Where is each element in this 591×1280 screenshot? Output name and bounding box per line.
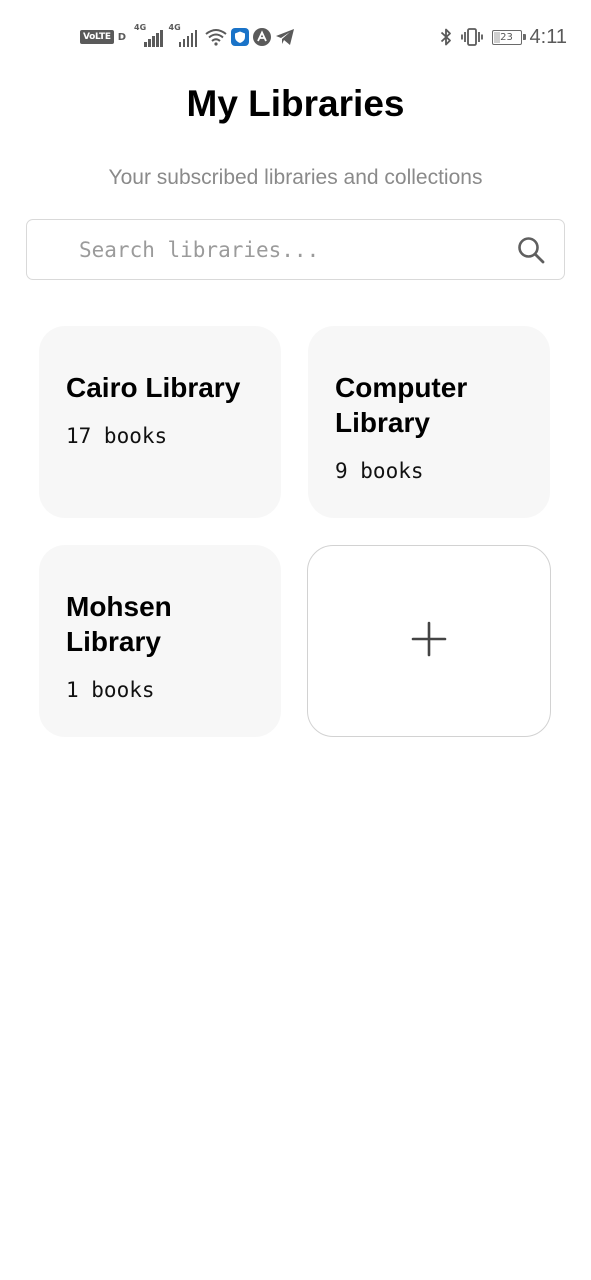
page-title: My Libraries bbox=[186, 83, 405, 124]
library-book-count: 9 books bbox=[335, 459, 424, 483]
plus-icon bbox=[411, 621, 447, 662]
library-book-count: 1 books bbox=[66, 678, 155, 702]
sim-indicator: D bbox=[117, 31, 127, 43]
library-card[interactable]: Mohsen Library 1 books bbox=[39, 545, 281, 737]
bluetooth-icon bbox=[440, 27, 452, 47]
library-card[interactable]: Computer Library 9 books bbox=[308, 326, 550, 518]
library-name: Cairo Library bbox=[66, 372, 241, 403]
volte-icon: VoLTE bbox=[80, 30, 114, 44]
vibrate-icon bbox=[460, 27, 484, 47]
status-bar-left: VoLTE D 4G 4G bbox=[80, 23, 295, 50]
search-input[interactable] bbox=[79, 220, 489, 279]
clock: 4:11 bbox=[529, 25, 567, 48]
telegram-icon bbox=[275, 28, 295, 46]
search-icon[interactable] bbox=[516, 235, 546, 265]
shield-app-icon bbox=[231, 28, 250, 46]
status-bar: VoLTE D 4G 4G 23 4:11 bbox=[0, 0, 591, 72]
signal-icon: 4G bbox=[169, 23, 198, 47]
signal-icon: 4G bbox=[134, 23, 163, 47]
status-bar-right: 23 4:11 bbox=[440, 24, 567, 50]
add-library-button[interactable] bbox=[307, 545, 551, 737]
battery-icon: 23 bbox=[491, 29, 526, 45]
wifi-icon bbox=[205, 28, 227, 46]
library-card[interactable]: Cairo Library 17 books bbox=[39, 326, 281, 518]
search-box[interactable] bbox=[26, 219, 565, 280]
battery-level: 23 bbox=[500, 31, 513, 43]
network-type-label: 4G bbox=[134, 23, 147, 32]
library-book-count: 17 books bbox=[66, 424, 168, 448]
library-name: Mohsen Library bbox=[66, 591, 172, 657]
page-subtitle: Your subscribed libraries and collection… bbox=[108, 166, 483, 189]
android-app-icon bbox=[253, 28, 272, 46]
library-name: Computer Library bbox=[335, 372, 468, 438]
network-type-label: 4G bbox=[168, 23, 181, 32]
